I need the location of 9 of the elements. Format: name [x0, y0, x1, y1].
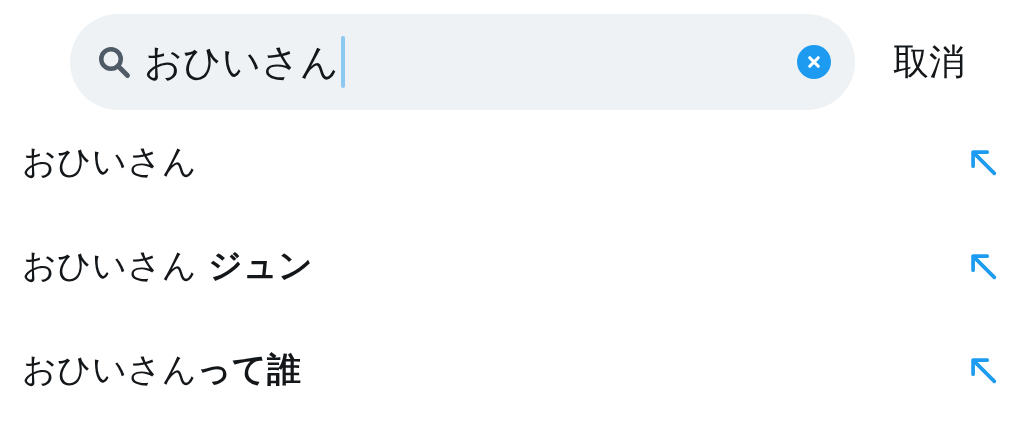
suggestion-text[interactable]: おひいさんって誰: [22, 347, 966, 393]
cancel-button[interactable]: 取消: [893, 37, 965, 87]
clear-icon[interactable]: [797, 45, 831, 79]
search-icon: [96, 44, 132, 80]
suggestion-text[interactable]: おひいさん: [22, 139, 966, 185]
text-cursor: [341, 36, 345, 88]
search-text: おひいさん: [144, 38, 339, 86]
search-field[interactable]: おひいさん: [70, 14, 855, 110]
suggestion-text[interactable]: おひいさん ジュン: [22, 243, 966, 289]
